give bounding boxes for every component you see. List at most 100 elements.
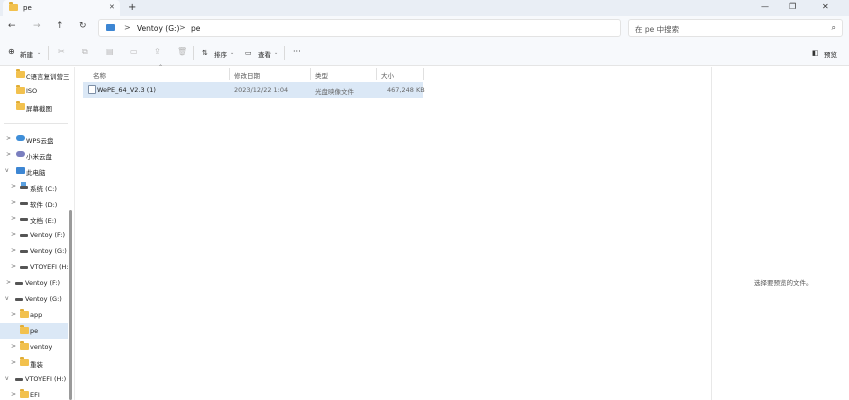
new-tab-button[interactable]: + xyxy=(128,2,136,13)
sidebar-scrollbar[interactable] xyxy=(69,210,72,400)
sidebar-item-label: VTOYEFI (H:) xyxy=(30,263,72,271)
sidebar-item-label: EFI xyxy=(30,391,40,399)
file-modified: 2023/12/22 1:04 xyxy=(234,86,289,94)
column-header-modified[interactable]: 修改日期 xyxy=(234,70,260,80)
forward-button[interactable]: → xyxy=(33,21,41,31)
breadcrumb-separator: > xyxy=(179,23,186,32)
folder-icon xyxy=(16,85,25,94)
chevron-right-icon[interactable]: > xyxy=(6,151,11,158)
preview-button[interactable]: 预览 xyxy=(824,49,837,59)
sidebar-item-this-pc[interactable]: v 此电脑 xyxy=(0,163,68,179)
chevron-right-icon[interactable]: > xyxy=(11,263,16,270)
chevron-right-icon[interactable]: > xyxy=(11,231,16,238)
sidebar-item-mi-cloud[interactable]: > 小米云盘 xyxy=(0,147,68,163)
breadcrumb-pe[interactable]: pe xyxy=(191,24,200,33)
disc-image-file-icon xyxy=(88,85,96,94)
restore-button[interactable]: ❐ xyxy=(789,2,796,11)
folder-icon xyxy=(20,389,29,398)
sidebar-item-label: 屏幕截图 xyxy=(26,105,52,113)
column-header-size[interactable]: 大小 xyxy=(381,70,394,80)
sidebar-item-label: Ventoy (F:) xyxy=(30,231,65,239)
view-button[interactable]: 查看 xyxy=(258,49,271,59)
chevron-right-icon[interactable]: > xyxy=(6,135,11,142)
cloud-icon xyxy=(16,135,25,141)
sidebar-item-ventoy-f[interactable]: > Ventoy (F:) xyxy=(0,275,68,291)
sidebar-item-label: ventoy xyxy=(30,343,53,351)
chevron-down-icon[interactable]: v xyxy=(5,295,9,302)
sidebar-item-ventoy-g[interactable]: v Ventoy (G:) xyxy=(0,291,68,307)
preview-message: 选择要预览的文件。 xyxy=(754,279,813,287)
chevron-down-icon: ⌄ xyxy=(230,50,235,56)
sidebar-item-drive-h[interactable]: > VTOYEFI (H:) xyxy=(0,259,72,275)
sidebar-item-c-course[interactable]: C语言复训营三剑 xyxy=(0,67,69,83)
preview-pane-divider[interactable] xyxy=(711,67,712,400)
new-button[interactable]: 新建 xyxy=(20,49,33,59)
tab-close-icon[interactable]: ✕ xyxy=(109,3,115,11)
search-input[interactable]: 在 pe 中搜索 ⌕ xyxy=(628,19,843,37)
close-window-button[interactable]: ✕ xyxy=(822,2,829,11)
chevron-down-icon[interactable]: v xyxy=(5,167,9,174)
sidebar-item-iso[interactable]: ISO xyxy=(0,83,68,99)
sidebar-item-drive-c[interactable]: > 系统 (C:) xyxy=(0,179,68,195)
sidebar-item-reinstall[interactable]: > 重装 xyxy=(0,355,68,371)
file-name: WePE_64_V2.3 (1) xyxy=(97,86,156,94)
sidebar-item-drive-e[interactable]: > 文档 (E:) xyxy=(0,211,68,227)
folder-icon xyxy=(20,325,29,334)
delete-icon[interactable]: 🗑 xyxy=(177,47,187,56)
sidebar-item-drive-g[interactable]: > Ventoy (G:) xyxy=(0,243,68,259)
chevron-right-icon[interactable]: > xyxy=(11,359,16,366)
title-bar: pe ✕ + — ❐ ✕ xyxy=(0,0,849,16)
drive-icon xyxy=(20,202,28,205)
refresh-button[interactable]: ↻ xyxy=(79,21,87,31)
chevron-right-icon[interactable]: > xyxy=(11,311,16,318)
more-options-button[interactable]: ··· xyxy=(293,47,301,56)
tab-pe[interactable]: pe ✕ xyxy=(3,0,120,16)
folder-icon xyxy=(16,101,25,110)
address-field[interactable]: > Ventoy (G:) > pe xyxy=(98,19,621,37)
rename-icon[interactable]: ▭ xyxy=(130,47,138,56)
address-bar-row: ← → ↑ ↻ > Ventoy (G:) > pe 在 pe 中搜索 ⌕ xyxy=(0,16,849,40)
folder-icon xyxy=(9,2,18,11)
cut-icon[interactable]: ✂ xyxy=(58,47,65,56)
column-header-name[interactable]: 名称 xyxy=(93,70,106,80)
sidebar-item-label: C语言复训营三剑 xyxy=(26,73,69,81)
sidebar-item-label: Ventoy (G:) xyxy=(30,247,67,255)
sidebar-item-label: 此电脑 xyxy=(26,169,46,177)
navigation-pane: C语言复训营三剑 ISO 屏幕截图 > WPS云盘 > 小米云盘 v 此电脑 >… xyxy=(0,67,74,400)
sidebar-item-label: VTOYEFI (H:) xyxy=(25,375,67,383)
drive-icon xyxy=(15,282,23,285)
windows-drive-icon xyxy=(20,182,28,189)
minimize-button[interactable]: — xyxy=(761,2,769,11)
folder-icon xyxy=(20,341,29,350)
sidebar-item-vtoyefi-h[interactable]: v VTOYEFI (H:) xyxy=(0,371,68,387)
share-icon[interactable]: ⇪ xyxy=(154,47,161,56)
chevron-right-icon[interactable]: > xyxy=(11,199,16,206)
sidebar-item-wps-cloud[interactable]: > WPS云盘 xyxy=(0,131,68,147)
chevron-right-icon[interactable]: > xyxy=(6,279,11,286)
chevron-right-icon[interactable]: > xyxy=(11,215,16,222)
tab-title: pe xyxy=(23,4,32,12)
chevron-right-icon[interactable]: > xyxy=(11,247,16,254)
sort-button[interactable]: 排序 xyxy=(214,49,227,59)
sidebar-item-app[interactable]: > app xyxy=(0,307,68,323)
chevron-right-icon[interactable]: > xyxy=(11,391,16,398)
chevron-right-icon[interactable]: > xyxy=(11,183,16,190)
sidebar-item-screenshots[interactable]: 屏幕截图 xyxy=(0,99,68,115)
up-button[interactable]: ↑ xyxy=(56,21,64,31)
sidebar-item-drive-d[interactable]: > 软件 (D:) xyxy=(0,195,68,211)
view-icon: ▭ xyxy=(245,49,252,57)
sidebar-item-label: pe xyxy=(30,327,39,335)
sidebar-item-efi[interactable]: > EFI xyxy=(0,387,68,400)
chevron-down-icon[interactable]: v xyxy=(5,375,9,382)
computer-icon xyxy=(106,24,115,31)
column-header-type[interactable]: 类型 xyxy=(315,70,328,80)
copy-icon[interactable]: ⧉ xyxy=(82,47,88,57)
file-row[interactable]: WePE_64_V2.3 (1) 2023/12/22 1:04 光盘映像文件 … xyxy=(83,82,425,98)
back-button[interactable]: ← xyxy=(8,21,16,31)
sidebar-item-ventoy-folder[interactable]: > ventoy xyxy=(0,339,68,355)
breadcrumb-ventoy-g[interactable]: Ventoy (G:) xyxy=(137,24,179,33)
chevron-right-icon[interactable]: > xyxy=(11,343,16,350)
sidebar-item-pe[interactable]: pe xyxy=(0,323,68,339)
sidebar-item-drive-f[interactable]: > Ventoy (F:) xyxy=(0,227,68,243)
paste-icon[interactable]: ▤ xyxy=(106,47,114,56)
